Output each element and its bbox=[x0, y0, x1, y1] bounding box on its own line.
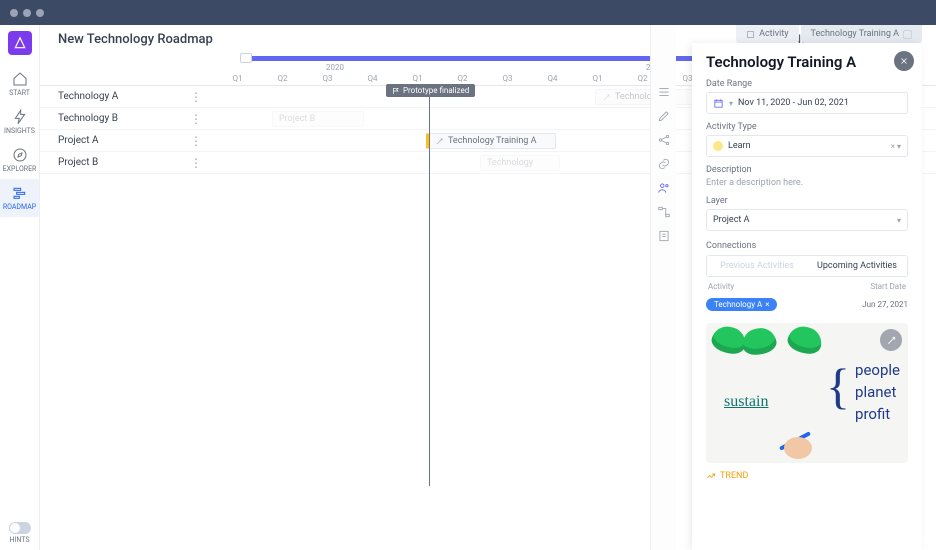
playhead-line bbox=[429, 86, 430, 486]
list-icon[interactable] bbox=[657, 85, 671, 99]
app-logo[interactable] bbox=[8, 31, 32, 55]
traffic-light-close[interactable] bbox=[10, 9, 18, 17]
sidebar-item-explorer[interactable]: EXPLORER bbox=[0, 141, 39, 179]
layer-field[interactable]: Project A ▾ bbox=[706, 209, 908, 231]
close-tab-icon[interactable] bbox=[903, 30, 912, 39]
traffic-light-max[interactable] bbox=[36, 9, 44, 17]
layer-label: Layer bbox=[706, 196, 908, 206]
share-icon[interactable] bbox=[657, 133, 671, 147]
sidebar-label: START bbox=[9, 89, 30, 97]
connections-header: Activity Start Date bbox=[706, 277, 908, 296]
milestone-marker[interactable]: Prototype finalized bbox=[386, 84, 475, 97]
connection-row: Technology A× Jun 27, 2021 bbox=[706, 296, 908, 313]
activity-bar[interactable]: Technology bbox=[480, 155, 560, 171]
pencil-icon[interactable] bbox=[657, 109, 671, 123]
users-icon[interactable] bbox=[657, 181, 671, 195]
note-icon[interactable] bbox=[657, 229, 671, 243]
calendar-icon bbox=[713, 98, 724, 109]
thumb-text-sustain: sustain bbox=[724, 393, 768, 411]
panel-title: Technology Training A bbox=[706, 53, 908, 71]
tab-detail[interactable]: Technology Training A bbox=[801, 25, 922, 43]
home-icon bbox=[12, 71, 28, 87]
sidebar-label: ROADMAP bbox=[3, 203, 36, 211]
zoom-handle[interactable] bbox=[240, 53, 252, 63]
sidebar-item-roadmap[interactable]: ROADMAP bbox=[0, 179, 39, 217]
trend-icon bbox=[706, 471, 716, 481]
expand-icon bbox=[886, 335, 897, 346]
description-input[interactable]: Enter a description here. bbox=[706, 178, 908, 188]
remove-chip-icon[interactable]: × bbox=[765, 300, 769, 309]
right-tool-rail bbox=[650, 25, 676, 550]
brace-icon: { bbox=[826, 357, 850, 415]
row-label[interactable]: Project A bbox=[58, 135, 99, 146]
sidebar-label: INSIGHTS bbox=[4, 127, 35, 135]
connections-tabs: Previous Activities Upcoming Activities bbox=[706, 255, 908, 277]
trend-tag[interactable]: TREND bbox=[706, 471, 908, 481]
row-menu-icon[interactable]: ⋮ bbox=[190, 139, 202, 143]
date-range-field[interactable]: ▾ Nov 11, 2020 - Jun 02, 2021 bbox=[706, 92, 908, 114]
hand-pen-icon bbox=[778, 429, 818, 459]
activity-type-label: Activity Type bbox=[706, 122, 908, 132]
window-titlebar bbox=[0, 0, 936, 25]
tab-activity[interactable]: Activity bbox=[736, 25, 798, 43]
hints-label: HINTS bbox=[9, 536, 29, 544]
activity-tab-icon bbox=[746, 30, 755, 39]
sidebar-item-start[interactable]: START bbox=[0, 65, 39, 103]
chevron-down-icon: ▾ bbox=[729, 99, 733, 108]
roadmap-icon bbox=[12, 185, 28, 201]
type-color-icon bbox=[713, 141, 723, 151]
content-area: New Technology Roadmap ITONICS Demo Spac… bbox=[40, 25, 936, 550]
detail-breadcrumb: Activity Technology Training A bbox=[734, 25, 922, 43]
link-icon[interactable] bbox=[657, 157, 671, 171]
detail-panel: Technology Training A Date Range ▾ Nov 1… bbox=[692, 43, 922, 550]
connections-label: Connections bbox=[706, 241, 908, 251]
toggle-icon bbox=[9, 522, 31, 534]
flag-icon bbox=[392, 87, 400, 95]
sidebar-item-insights[interactable]: INSIGHTS bbox=[0, 103, 39, 141]
close-panel-button[interactable] bbox=[894, 51, 914, 71]
close-icon bbox=[899, 56, 909, 66]
traffic-light-min[interactable] bbox=[23, 9, 31, 17]
row-menu-icon[interactable]: ⋮ bbox=[190, 95, 202, 99]
sidebar: START INSIGHTS EXPLORER ROADMAP HINTS bbox=[0, 25, 40, 550]
thumb-text-words: people planet profit bbox=[855, 359, 900, 425]
activity-icon bbox=[602, 93, 611, 102]
activity-type-field[interactable]: Learn × ▾ bbox=[706, 135, 908, 157]
compass-icon bbox=[12, 147, 28, 163]
row-label[interactable]: Technology B bbox=[58, 113, 118, 124]
sidebar-label: EXPLORER bbox=[3, 165, 37, 173]
row-label[interactable]: Technology A bbox=[58, 91, 118, 102]
expand-button[interactable] bbox=[880, 329, 902, 351]
activity-bar-selected[interactable]: Technology Training A bbox=[426, 133, 556, 149]
connection-chip[interactable]: Technology A× bbox=[706, 298, 777, 311]
tab-upcoming-activities[interactable]: Upcoming Activities bbox=[807, 256, 907, 276]
row-label[interactable]: Project B bbox=[58, 157, 98, 168]
page-title: New Technology Roadmap bbox=[58, 32, 213, 47]
hints-toggle[interactable]: HINTS bbox=[9, 514, 31, 550]
tab-previous-activities[interactable]: Previous Activities bbox=[707, 256, 807, 276]
bolt-icon bbox=[12, 109, 28, 125]
preview-card[interactable]: sustain { people planet profit bbox=[706, 323, 908, 463]
flow-icon[interactable] bbox=[657, 205, 671, 219]
date-range-label: Date Range bbox=[706, 79, 908, 89]
description-label: Description bbox=[706, 165, 908, 175]
clear-icon[interactable]: × ▾ bbox=[891, 142, 901, 151]
row-menu-icon[interactable]: ⋮ bbox=[190, 161, 202, 165]
activity-bar[interactable]: Project B bbox=[272, 111, 364, 127]
row-menu-icon[interactable]: ⋮ bbox=[190, 117, 202, 121]
arrow-up-right-icon bbox=[435, 137, 444, 146]
chevron-down-icon: ▾ bbox=[897, 216, 901, 225]
